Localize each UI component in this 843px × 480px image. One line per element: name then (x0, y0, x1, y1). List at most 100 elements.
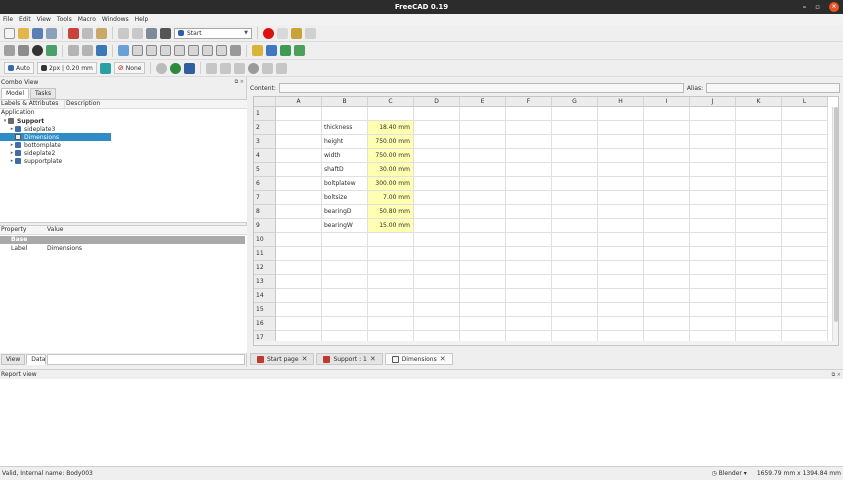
auto-button[interactable]: Auto (4, 62, 34, 74)
spreadsheet-cell[interactable] (690, 233, 736, 247)
spreadsheet-cell[interactable] (598, 163, 644, 177)
spreadsheet-cell[interactable] (736, 121, 782, 135)
cut-icon[interactable] (68, 27, 79, 39)
row-header[interactable]: 14 (254, 289, 276, 303)
spreadsheet-cell[interactable] (598, 219, 644, 233)
spreadsheet-cell[interactable] (414, 205, 460, 219)
spreadsheet-cell[interactable]: shaftD (322, 163, 368, 177)
snap-lock-icon[interactable] (156, 62, 168, 74)
spreadsheet-cell[interactable] (506, 191, 552, 205)
line-width-button[interactable]: 2px | 0.20 mm (36, 62, 97, 74)
workbench-selector[interactable]: Start ▼ (174, 27, 252, 39)
spreadsheet-cell[interactable] (460, 121, 506, 135)
spreadsheet-cell[interactable] (736, 233, 782, 247)
macro-run-icon[interactable] (305, 27, 316, 39)
spreadsheet-cell[interactable] (736, 289, 782, 303)
spreadsheet-cell[interactable] (736, 205, 782, 219)
row-header[interactable]: 3 (254, 135, 276, 149)
row-header[interactable]: 1 (254, 107, 276, 121)
spreadsheet-cell[interactable] (782, 177, 828, 191)
spreadsheet-cell[interactable] (368, 107, 414, 121)
tab-tasks[interactable]: Tasks (30, 88, 57, 99)
spreadsheet-cell[interactable] (506, 289, 552, 303)
spreadsheet-cell[interactable] (690, 289, 736, 303)
spreadsheet-cell[interactable] (552, 317, 598, 331)
spreadsheet-cell[interactable] (460, 149, 506, 163)
content-input[interactable] (278, 83, 684, 93)
horizontal-scrollbar[interactable] (254, 341, 838, 345)
tree-header-description[interactable]: Description (65, 100, 100, 108)
spreadsheet-cell[interactable] (598, 177, 644, 191)
tree-item-selected[interactable]: Dimensions (0, 133, 111, 141)
spreadsheet-cell[interactable] (598, 149, 644, 163)
spreadsheet-cell[interactable] (460, 205, 506, 219)
spreadsheet-cell[interactable] (690, 205, 736, 219)
property-row-label[interactable]: Label Dimensions (0, 245, 245, 253)
group-icon[interactable] (266, 45, 277, 56)
spreadsheet-cell[interactable] (506, 163, 552, 177)
spreadsheet-cell[interactable] (276, 261, 322, 275)
doc-tab-start-page[interactable]: Start page ✕ (250, 353, 315, 365)
column-header[interactable]: G (552, 97, 598, 107)
close-icon[interactable]: ✕ (302, 355, 308, 363)
column-header[interactable]: L (782, 97, 828, 107)
spreadsheet-cell[interactable] (690, 107, 736, 121)
close-button[interactable]: × (829, 2, 839, 12)
spreadsheet-cell[interactable] (598, 121, 644, 135)
spreadsheet-cell[interactable] (276, 135, 322, 149)
spreadsheet-cell[interactable] (782, 219, 828, 233)
spreadsheet-cell[interactable] (644, 219, 690, 233)
nav-forward-icon[interactable] (220, 62, 232, 74)
spreadsheet-cell[interactable] (690, 121, 736, 135)
row-header[interactable]: 4 (254, 149, 276, 163)
spreadsheet-cell[interactable] (598, 233, 644, 247)
spreadsheet-cell[interactable] (644, 177, 690, 191)
menu-edit[interactable]: Edit (19, 16, 31, 23)
spreadsheet-cell[interactable] (368, 247, 414, 261)
spreadsheet-cell[interactable] (322, 233, 368, 247)
panel-controls-icon[interactable]: ⧉ × (832, 372, 841, 378)
menu-macro[interactable]: Macro (78, 16, 96, 23)
spreadsheet-cell[interactable] (414, 135, 460, 149)
spreadsheet-cell[interactable] (460, 317, 506, 331)
spreadsheet-cell[interactable] (276, 191, 322, 205)
spreadsheet-cell[interactable] (644, 135, 690, 149)
menu-tools[interactable]: Tools (57, 16, 72, 23)
property-group-base[interactable]: Base (0, 236, 245, 244)
menu-view[interactable]: View (37, 16, 51, 23)
spreadsheet-cell[interactable] (414, 121, 460, 135)
spreadsheet-cell[interactable] (460, 289, 506, 303)
spreadsheet-cell[interactable]: 7.00 mm (368, 191, 414, 205)
column-header[interactable]: E (460, 97, 506, 107)
spreadsheet-cell[interactable] (782, 317, 828, 331)
property-header-property[interactable]: Property (0, 226, 46, 234)
spreadsheet-cell[interactable] (506, 247, 552, 261)
spreadsheet-cell[interactable] (506, 121, 552, 135)
spreadsheet-cell[interactable] (690, 149, 736, 163)
spreadsheet-cell[interactable]: boltsize (322, 191, 368, 205)
spreadsheet-cell[interactable] (276, 205, 322, 219)
spreadsheet-cell[interactable] (276, 233, 322, 247)
spreadsheet-cell[interactable] (690, 275, 736, 289)
spreadsheet-cell[interactable] (782, 233, 828, 247)
spreadsheet-cell[interactable] (322, 317, 368, 331)
spreadsheet-cell[interactable] (644, 247, 690, 261)
spreadsheet-cell[interactable] (782, 149, 828, 163)
spreadsheet-cell[interactable] (552, 261, 598, 275)
spreadsheet-cell[interactable] (598, 191, 644, 205)
spreadsheet-cell[interactable]: 18.40 mm (368, 121, 414, 135)
spreadsheet-cell[interactable] (690, 303, 736, 317)
spreadsheet-cell[interactable] (506, 135, 552, 149)
spreadsheet-cell[interactable] (276, 275, 322, 289)
spreadsheet-cell[interactable]: thickness (322, 121, 368, 135)
spreadsheet-cell[interactable] (322, 107, 368, 121)
spreadsheet-cell[interactable] (736, 177, 782, 191)
spreadsheet-cell[interactable] (368, 233, 414, 247)
whats-this-icon[interactable] (160, 27, 171, 39)
maximize-button[interactable]: ▫ (815, 2, 820, 12)
row-header[interactable]: 13 (254, 275, 276, 289)
spreadsheet-cell[interactable] (736, 191, 782, 205)
spreadsheet-cell[interactable] (644, 121, 690, 135)
spreadsheet-cell[interactable] (736, 247, 782, 261)
spreadsheet-cell[interactable]: 750.00 mm (368, 149, 414, 163)
